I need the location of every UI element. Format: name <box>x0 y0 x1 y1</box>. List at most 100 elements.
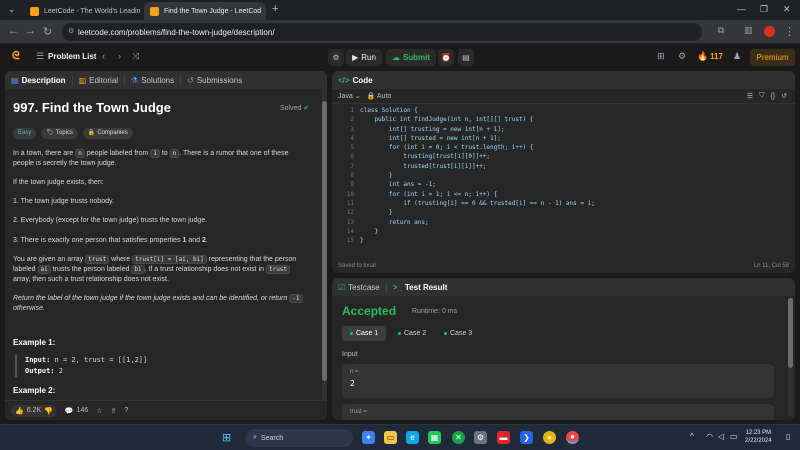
help-icon[interactable]: ? <box>124 407 128 414</box>
auto-mode[interactable]: 🔒 Auto <box>367 92 392 100</box>
result-scrollbar[interactable] <box>788 298 793 416</box>
new-tab-icon[interactable]: + <box>272 3 278 15</box>
taskbar-clock[interactable]: 12:23 PM 2/22/2024 <box>745 430 772 446</box>
tab-test-result[interactable]: >_ Test Result <box>387 282 454 292</box>
star-icon[interactable]: ☆ <box>96 407 102 415</box>
format-icon[interactable]: ☰ <box>747 92 753 100</box>
code-line[interactable]: 2 public int findJudge(int n, int[][] tr… <box>332 115 795 124</box>
language-select[interactable]: Java ⌄ <box>338 92 361 100</box>
code-line[interactable]: 12 } <box>332 208 795 217</box>
companies-chip[interactable]: 🔒 Companies <box>82 127 133 139</box>
thumbs-down-icon[interactable]: 👎 <box>44 407 53 415</box>
braces-icon[interactable]: {} <box>770 93 775 100</box>
share-icon[interactable]: ⇪ <box>111 407 117 415</box>
site-info-icon[interactable]: ⚙ <box>68 27 74 35</box>
browser-tab-bar: ⌄ LeetCode - The World's Leadin ✕ Find t… <box>0 0 800 20</box>
submit-button[interactable]: ☁ Submit <box>386 49 436 66</box>
maximize-icon[interactable]: ❐ <box>760 4 768 15</box>
minimize-icon[interactable]: — <box>737 4 746 14</box>
code-line[interactable]: 14 } <box>332 227 795 236</box>
tab-solutions[interactable]: ⚗ Solutions <box>125 75 182 85</box>
tab-search-icon[interactable]: ⌄ <box>8 4 16 15</box>
tray-chevron-icon[interactable]: ^ <box>690 432 694 441</box>
forward-icon[interactable]: → <box>25 25 36 37</box>
app-red-icon[interactable]: ▬ <box>497 431 510 444</box>
windows-start-icon[interactable]: ⊞ <box>220 431 233 444</box>
description-scrollbar[interactable] <box>322 89 327 420</box>
paragraph-return: Return the label of the town judge if th… <box>13 294 309 314</box>
tab-editorial[interactable]: ▥ Editorial <box>73 75 126 85</box>
widgets-icon[interactable]: ✦ <box>362 431 375 444</box>
bookmark-icon[interactable]: ⛉ <box>759 92 764 100</box>
xbox-icon[interactable]: ✕ <box>452 431 465 444</box>
profile-avatar[interactable] <box>764 26 775 37</box>
list-icon[interactable]: ☰ <box>36 51 44 62</box>
problem-list-link[interactable]: Problem List <box>48 52 96 61</box>
browser-tab-leetcode[interactable]: LeetCode - The World's Leadin ✕ <box>24 2 142 20</box>
comments-button[interactable]: 💬 146 <box>65 407 88 415</box>
timer-button[interactable]: ⏰ <box>438 49 454 66</box>
case-tab-2[interactable]: Case 2 <box>390 326 434 341</box>
code-line[interactable]: 13 return ans; <box>332 218 795 227</box>
address-bar[interactable]: ⚙ leetcode.com/problems/find-the-town-ju… <box>62 23 702 41</box>
chrome-active-icon[interactable]: ● <box>566 431 579 444</box>
tab-description[interactable]: ▤ Description <box>5 75 73 85</box>
chrome-icon[interactable]: ● <box>543 431 556 444</box>
tab-testcase[interactable]: ☑ Testcase <box>332 282 387 292</box>
debug-button[interactable]: ⚙ <box>328 49 344 66</box>
wifi-icon[interactable]: ◠ <box>706 432 713 441</box>
browser-tab-town-judge[interactable]: Find the Town Judge - LeetCod ✕ <box>144 2 266 20</box>
file-explorer-icon[interactable]: ▭ <box>384 431 397 444</box>
premium-button[interactable]: Premium <box>750 49 795 66</box>
edge-browser-icon[interactable]: e <box>406 431 419 444</box>
scrollbar-thumb[interactable] <box>322 101 327 381</box>
settings-icon[interactable]: ⚙ <box>678 51 686 62</box>
prev-problem-icon[interactable]: ‹ <box>102 51 105 61</box>
topics-chip[interactable]: 🏷 Topics <box>41 127 78 139</box>
window-close-icon[interactable]: ✕ <box>783 4 791 15</box>
case-tab-1[interactable]: Case 1 <box>342 326 387 341</box>
vscode-icon[interactable]: ❯ <box>520 431 533 444</box>
notes-button[interactable]: ▤ <box>458 49 474 66</box>
leetcode-logo-icon[interactable]: ᘓ <box>12 50 20 63</box>
code-line[interactable]: 11 if (trusting[i] == 0 && trusted[i] ==… <box>332 199 795 208</box>
difficulty-badge[interactable]: Easy <box>13 127 37 139</box>
layout-icon[interactable]: ⊞ <box>657 51 665 62</box>
volume-icon[interactable]: ◁ <box>718 432 724 441</box>
extensions-icon[interactable]: ⧉ <box>718 25 724 36</box>
like-button[interactable]: 👍 6.2K 👎 <box>11 404 57 417</box>
notification-icon[interactable]: ▯ <box>786 432 790 441</box>
store-icon[interactable]: ▦ <box>428 431 441 444</box>
code-line[interactable]: 7 trusted[trust[i][1]]++; <box>332 162 795 171</box>
code-line[interactable]: 15} <box>332 236 795 245</box>
battery-icon[interactable]: ▭ <box>730 432 738 441</box>
reset-icon[interactable]: ↺ <box>781 92 787 100</box>
code-line[interactable]: 3 int[] trusting = new int[n + 1]; <box>332 125 795 134</box>
code-line[interactable]: 1 class Solution { <box>332 106 795 115</box>
line-number: 14 <box>346 227 354 235</box>
next-problem-icon[interactable]: › <box>118 51 121 61</box>
reload-icon[interactable]: ↻ <box>43 25 52 38</box>
scrollbar-thumb[interactable] <box>788 298 793 368</box>
code-line[interactable]: 10 for (int i = 1; i <= n; i++) { <box>332 190 795 199</box>
shuffle-icon[interactable]: ⤨ <box>132 51 139 62</box>
run-button[interactable]: ▶ Run <box>346 49 382 66</box>
code-line[interactable]: 5 for (int i = 0; i < trust.length; i++)… <box>332 143 795 152</box>
code-line[interactable]: 6 trusting[trust[i][0]]++; <box>332 152 795 161</box>
user-avatar-icon[interactable]: ♟ <box>733 51 741 62</box>
code-line[interactable]: 8 } <box>332 171 795 180</box>
streak-count[interactable]: 117 <box>710 52 723 61</box>
tab-submissions[interactable]: ↺ Submissions <box>181 75 248 85</box>
back-icon[interactable]: ← <box>8 25 19 37</box>
tab-code[interactable]: </> Code <box>332 75 379 85</box>
code-line[interactable]: 9 int ans = -1; <box>332 180 795 189</box>
sidepanel-icon[interactable]: ▥ <box>744 25 753 36</box>
code-text: int ans = -1; <box>360 181 436 189</box>
taskbar-search[interactable]: ⌕ Search <box>245 429 353 447</box>
settings-gear-icon[interactable]: ⚙ <box>474 431 487 444</box>
menu-icon[interactable]: ⋮ <box>784 25 795 38</box>
lock-icon: 🔒 <box>87 130 96 136</box>
code-line[interactable]: 4 int[] trusted = new int[n + 1]; <box>332 134 795 143</box>
case-tab-3[interactable]: Case 3 <box>436 326 480 341</box>
code-editor[interactable]: 1 class Solution {2 public int findJudge(… <box>332 106 795 273</box>
